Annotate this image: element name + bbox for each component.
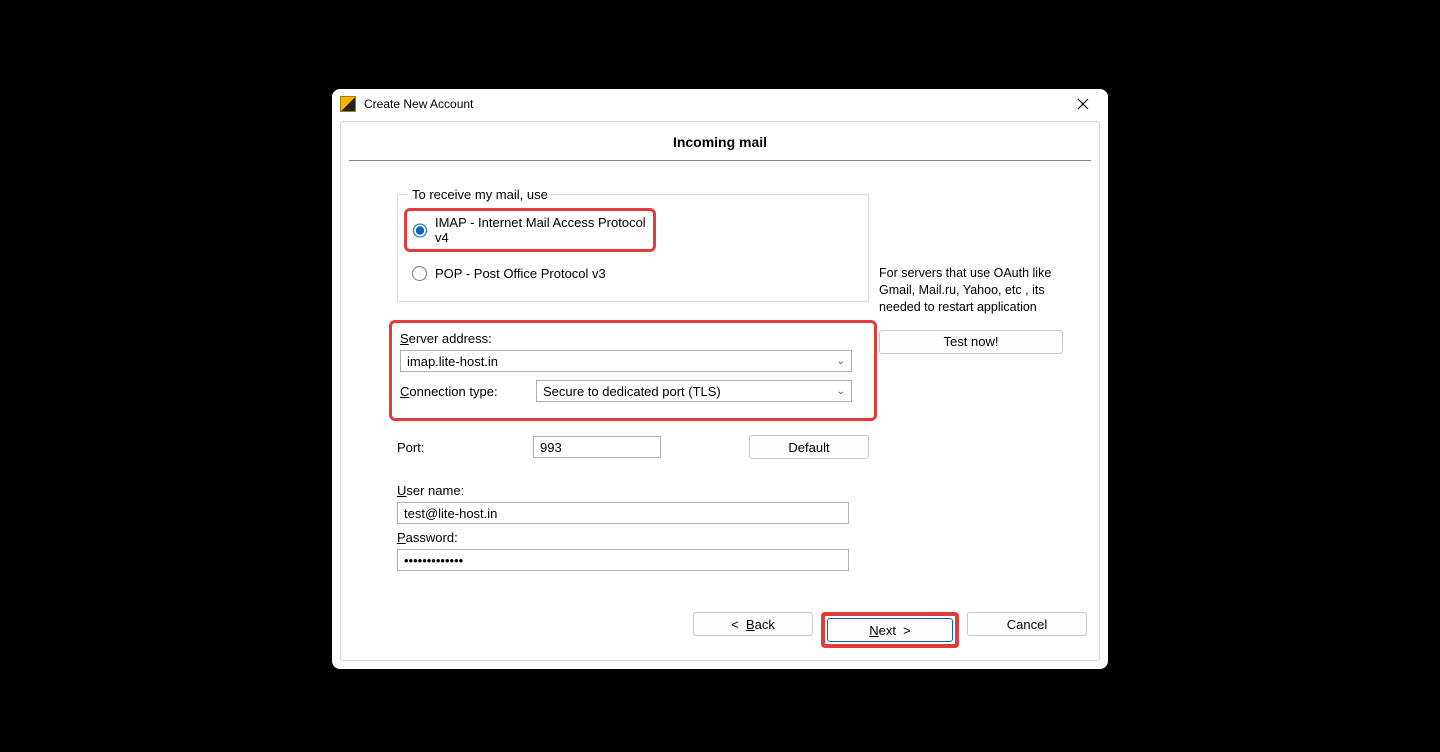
- server-address-value: imap.lite-host.in: [407, 354, 498, 369]
- connection-type-value: Secure to dedicated port (TLS): [543, 384, 721, 399]
- footer: < Back Next > Cancel: [341, 602, 1099, 660]
- port-label: Port:: [397, 440, 533, 455]
- oauth-hint: For servers that use OAuth like Gmail, M…: [879, 265, 1083, 316]
- dialog-body: Incoming mail To receive my mail, use IM…: [340, 121, 1100, 661]
- radio-pop-input[interactable]: [412, 266, 427, 281]
- password-input[interactable]: [397, 549, 849, 571]
- chevron-down-icon: ⌄: [837, 386, 845, 397]
- password-label: Password:: [397, 530, 869, 545]
- server-address-input[interactable]: imap.lite-host.in ⌄: [400, 350, 852, 372]
- close-button[interactable]: [1064, 91, 1102, 117]
- highlight-next: Next >: [821, 612, 959, 648]
- highlight-imap: IMAP - Internet Mail Access Protocol v4: [404, 208, 656, 252]
- titlebar: Create New Account: [332, 89, 1108, 119]
- page-title: Incoming mail: [349, 122, 1091, 161]
- radio-imap-input[interactable]: [413, 223, 427, 238]
- default-button[interactable]: Default: [749, 435, 869, 459]
- username-label: User name:: [397, 483, 869, 498]
- port-input[interactable]: [533, 436, 661, 458]
- username-input[interactable]: [397, 502, 849, 524]
- window-title: Create New Account: [364, 97, 1064, 111]
- chevron-down-icon: ⌄: [837, 356, 845, 367]
- radio-pop-label: POP - Post Office Protocol v3: [435, 266, 606, 281]
- connection-type-select[interactable]: Secure to dedicated port (TLS) ⌄: [536, 380, 852, 402]
- protocol-group: To receive my mail, use IMAP - Internet …: [397, 187, 869, 302]
- connection-type-label: Connection type:: [400, 384, 536, 399]
- radio-pop[interactable]: POP - Post Office Protocol v3: [408, 258, 858, 289]
- radio-imap-label: IMAP - Internet Mail Access Protocol v4: [435, 215, 647, 245]
- protocol-legend: To receive my mail, use: [408, 187, 552, 202]
- highlight-server: Server address: imap.lite-host.in ⌄ Conn…: [389, 320, 877, 421]
- server-address-label: Server address:: [400, 331, 866, 346]
- radio-imap[interactable]: IMAP - Internet Mail Access Protocol v4: [411, 213, 649, 247]
- back-button[interactable]: < Back: [693, 612, 813, 636]
- app-icon: [340, 96, 356, 112]
- cancel-button[interactable]: Cancel: [967, 612, 1087, 636]
- next-button[interactable]: Next >: [827, 618, 953, 642]
- close-icon: [1077, 98, 1089, 110]
- create-account-window: Create New Account Incoming mail To rece…: [332, 89, 1108, 669]
- test-now-button[interactable]: Test now!: [879, 330, 1063, 354]
